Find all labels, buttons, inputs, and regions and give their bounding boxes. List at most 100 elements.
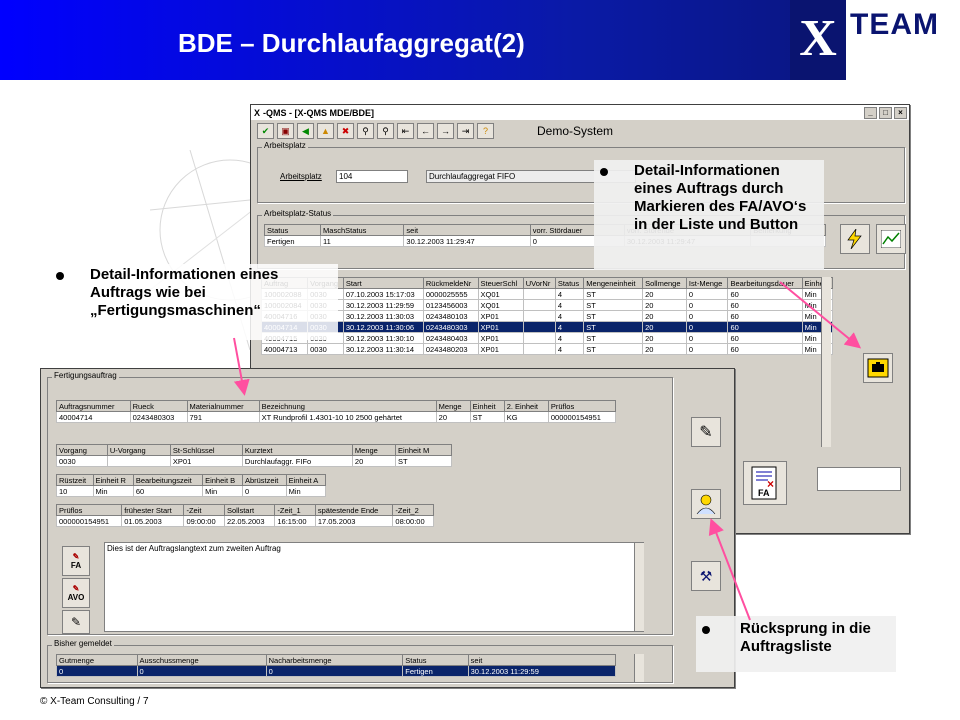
prev-page-icon[interactable]: ←: [417, 123, 434, 139]
column-header: Einheit: [469, 400, 505, 412]
order-row[interactable]: 100002084003030.12.2003 11:29:5901234560…: [260, 299, 834, 311]
fa-document-icon: FA×: [751, 466, 777, 500]
column-header: Status: [402, 654, 469, 666]
workplace-input[interactable]: 104: [336, 170, 408, 183]
reported-scrollbar[interactable]: [634, 654, 644, 682]
long-text-area[interactable]: Dies ist der Auftragslangtext zum zweite…: [104, 542, 644, 632]
table-header-row: Rüstzeit Einheit R Bearbeitungszeit Einheit…: [56, 474, 327, 486]
check-icon[interactable]: ✔: [257, 123, 274, 139]
order-row[interactable]: 40004715003030.12.2003 11:30:10024348040…: [260, 332, 834, 344]
xteam-logo: X TEAM: [790, 0, 960, 80]
table-cell: 60: [727, 321, 803, 333]
table-cell: [522, 343, 556, 355]
lightning-button[interactable]: [840, 224, 870, 254]
close-button[interactable]: ×: [894, 106, 907, 119]
callout-right: Detail-Informationen eines Auftrags durc…: [594, 160, 824, 270]
column-header: Status: [554, 277, 585, 289]
column-header: Gutmenge: [56, 654, 138, 666]
table-cell: 08:00:00: [392, 515, 434, 527]
minimize-button[interactable]: _: [864, 106, 877, 119]
column-header: -Zeit: [183, 504, 225, 516]
logo-x-mark: X: [790, 0, 846, 80]
return-person-icon: [696, 494, 716, 515]
order-row[interactable]: 40004716003030.12.2003 11:30:03024348010…: [260, 310, 834, 322]
table-cell: 20: [351, 455, 397, 467]
fa-field[interactable]: [817, 467, 901, 491]
table-cell: 0243480103: [422, 310, 479, 322]
column-header: Materialnummer: [186, 400, 260, 412]
order-detail-window: Fertigungsauftrag Auftragsnummer Rueck Mat…: [40, 368, 735, 688]
table-cell: 60: [727, 288, 803, 300]
times-table: Rüstzeit Einheit R Bearbeitungszeit Einheit…: [56, 474, 327, 497]
slide-header: BDE – Durchlaufaggregat(2) X TEAM: [0, 0, 960, 80]
edit-note-icon: ✎: [70, 615, 82, 629]
detail-button[interactable]: [863, 353, 893, 383]
last-page-icon[interactable]: ⇥: [457, 123, 474, 139]
system-label: Demo-System: [537, 124, 614, 138]
column-header: 2. Einheit: [503, 400, 549, 412]
back-icon[interactable]: ◀: [297, 123, 314, 139]
help-icon[interactable]: ?: [477, 123, 494, 139]
column-header: Start: [342, 277, 424, 289]
table-cell: XP01: [477, 343, 524, 355]
fa-button[interactable]: ✎ FA: [62, 546, 90, 576]
column-header: Sollmenge: [642, 277, 687, 289]
x-app-icon: X: [254, 107, 261, 118]
table-cell: ST: [583, 299, 644, 311]
table-cell: 4: [554, 288, 585, 300]
table-cell: 01.05.2003: [121, 515, 185, 527]
avo-button[interactable]: ✎ AVO: [62, 578, 90, 608]
fa-detail-button[interactable]: FA ×: [743, 461, 787, 505]
order-row[interactable]: 40004713 0030 30.12.2003 11:30:14 024348020…: [260, 343, 834, 355]
table-cell: XP01: [169, 455, 243, 467]
table-cell: 10: [56, 485, 94, 497]
callout-right-text: Detail-Informationen eines Auftrags durc…: [634, 162, 807, 233]
table-cell: 20: [642, 343, 687, 355]
edit-button[interactable]: ✎: [691, 417, 721, 447]
column-header: U-Vorgang: [106, 444, 171, 456]
slide-title: BDE – Durchlaufaggregat(2): [178, 28, 525, 58]
first-page-icon[interactable]: ⇤: [397, 123, 414, 139]
order-row[interactable]: 40004714003030.12.2003 11:30:06024348030…: [260, 321, 834, 333]
table-cell: 000000154951: [547, 411, 617, 423]
table-cell: 20: [642, 310, 687, 322]
table-cell: 000000154951: [55, 515, 123, 527]
column-header: Bearbeitungsdauer: [727, 277, 803, 289]
table-cell: 60: [727, 343, 803, 355]
column-header: Sollstart: [223, 504, 276, 516]
order-row[interactable]: 100002088003007.10.2003 15:17:0300000255…: [260, 288, 834, 300]
maximize-button[interactable]: □: [879, 106, 892, 119]
note-button[interactable]: ✎: [62, 610, 90, 634]
long-text-scrollbar[interactable]: [634, 543, 644, 631]
column-header: Rueck: [129, 400, 188, 412]
column-header: Auftragsnummer: [56, 400, 131, 412]
callout-bottom: Rücksprung in die Auftragsliste: [696, 616, 896, 672]
table-cell: ST: [583, 332, 644, 344]
chart-button[interactable]: [876, 224, 906, 254]
table-cell: 0: [685, 332, 729, 344]
table-cell: Min: [285, 485, 327, 497]
order-list-scrollbar[interactable]: [821, 277, 831, 447]
table-cell: XP01: [477, 321, 524, 333]
production-order-group: Fertigungsauftrag Auftragsnummer Rueck Mat…: [47, 371, 673, 635]
table-cell: 30.12.2003 11:29:47: [403, 235, 531, 247]
table-cell: 4: [554, 299, 585, 311]
next-page-icon[interactable]: →: [437, 123, 454, 139]
save-icon[interactable]: ▣: [277, 123, 294, 139]
workplace-status-title: Arbeitsplatz-Status: [262, 209, 334, 218]
table-row: 0030 XP01 Durchlaufaggr. FIFo 20 ST: [56, 455, 452, 467]
tools-button[interactable]: ⚒: [691, 561, 721, 591]
table-cell: 4: [554, 332, 585, 344]
table-cell: XP01: [477, 332, 524, 344]
table-cell: Min: [92, 485, 134, 497]
table-cell: Fertigen: [263, 235, 322, 247]
bullet-dot: [702, 626, 710, 634]
window-title: -QMS - [X-QMS MDE/BDE]: [263, 107, 375, 118]
cancel-icon[interactable]: ✖: [337, 123, 354, 139]
find-next-icon[interactable]: ⚲: [377, 123, 394, 139]
order-list-table[interactable]: AuftragVorgangStartRückmeldeNrSteuerSchl…: [260, 277, 834, 355]
return-to-list-button[interactable]: [691, 489, 721, 519]
find-icon[interactable]: ⚲: [357, 123, 374, 139]
up-icon[interactable]: ▲: [317, 123, 334, 139]
column-header: frühester Start: [121, 504, 185, 516]
